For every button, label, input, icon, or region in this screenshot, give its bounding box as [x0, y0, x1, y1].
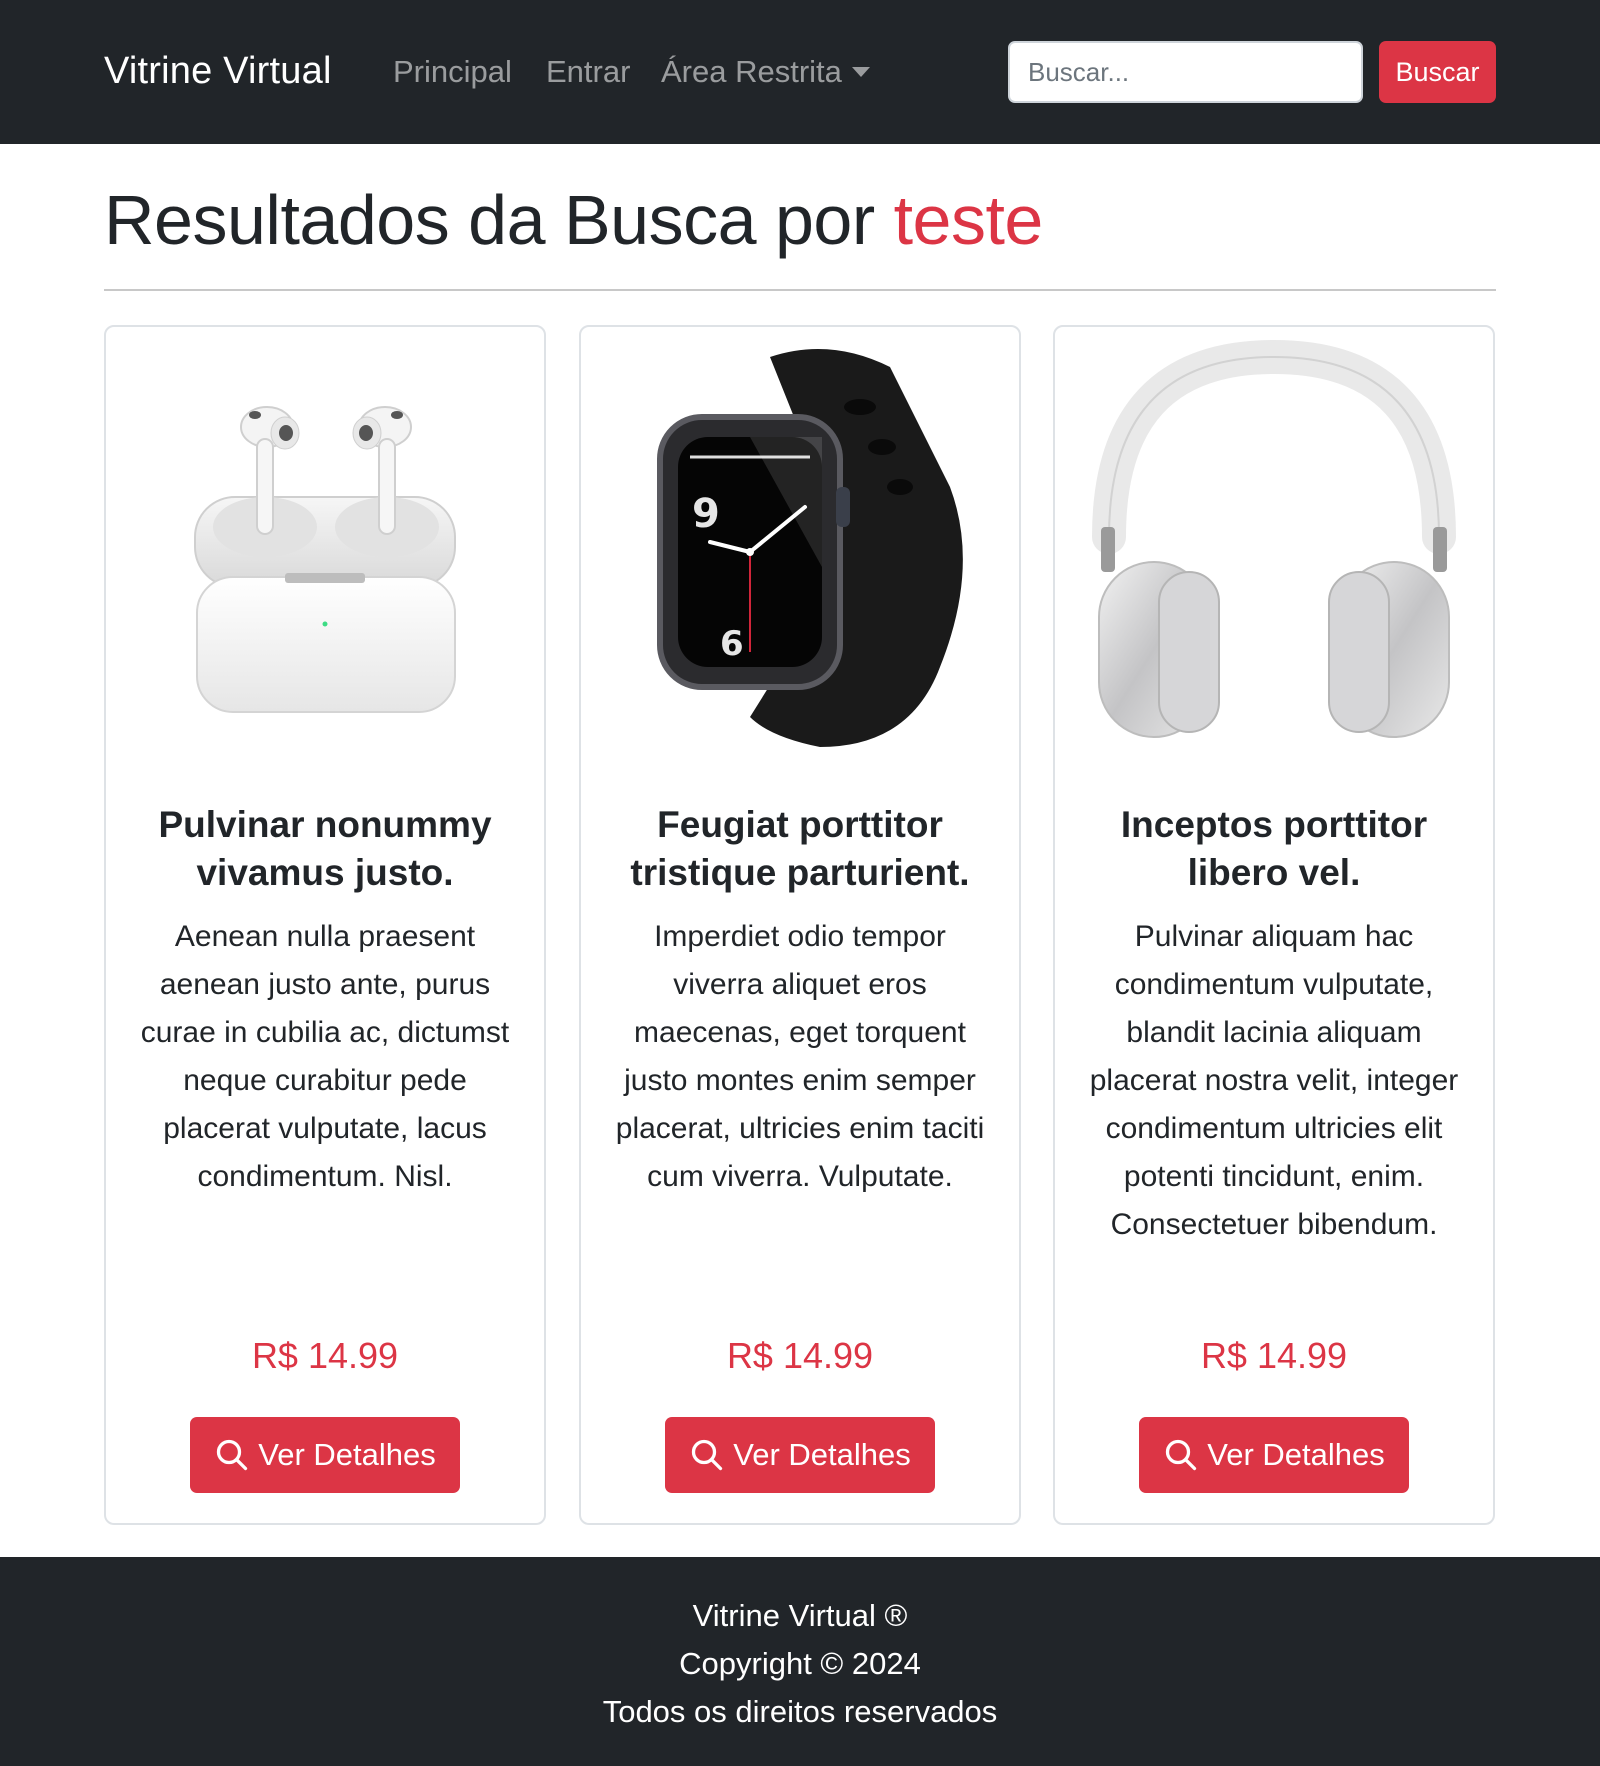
product-price: R$ 14.99	[251, 1335, 399, 1376]
product-title: Pulvinar nonummy vivamus justo.	[158, 804, 492, 893]
product-price: R$ 14.99	[726, 1335, 874, 1376]
brand-link[interactable]: Vitrine Virtual	[104, 50, 332, 93]
view-details-button[interactable]: Ver Detalhes	[1139, 1417, 1409, 1493]
product-card: Inceptos porttitor libero vel. Pulvinar …	[1053, 325, 1495, 1525]
product-title: Feugiat porttitor tristique parturient.	[630, 804, 970, 893]
navbar: Vitrine Virtual Principal Entrar Área Re…	[0, 0, 1600, 144]
footer-rights: Todos os direitos reservados	[602, 1694, 998, 1729]
view-details-label: Ver Detalhes	[1207, 1437, 1385, 1472]
svg-text:6: 6	[720, 624, 744, 664]
product-description: Pulvinar aliquam hac condimentum vulputa…	[1089, 920, 1459, 1241]
product-title: Inceptos porttitor libero vel.	[1120, 804, 1428, 893]
airpods-icon	[106, 327, 544, 767]
search-query: teste	[893, 181, 1044, 259]
search-input[interactable]	[1008, 41, 1363, 103]
view-details-label: Ver Detalhes	[733, 1437, 911, 1472]
footer: Vitrine Virtual ® Copyright © 2024 Todos…	[0, 1557, 1600, 1766]
product-description: Aenean nulla praesent aenean justo ante,…	[140, 920, 510, 1193]
page-title-prefix: Resultados da Busca por	[104, 181, 894, 259]
caret-down-icon	[851, 66, 870, 77]
product-description: Imperdiet odio tempor viverra aliquet er…	[615, 920, 985, 1193]
footer-brand: Vitrine Virtual ®	[692, 1598, 908, 1633]
search-icon	[217, 1439, 248, 1471]
footer-copyright: Copyright © 2024	[679, 1646, 921, 1681]
search-button[interactable]: Buscar	[1379, 41, 1496, 103]
search-icon	[692, 1439, 723, 1471]
divider	[104, 289, 1496, 291]
nav-link-principal[interactable]: Principal	[393, 54, 512, 90]
nav-link-entrar[interactable]: Entrar	[546, 54, 630, 90]
search-icon	[1166, 1439, 1197, 1471]
view-details-button[interactable]: Ver Detalhes	[190, 1417, 460, 1493]
nav-dropdown-label: Área Restrita	[661, 54, 842, 89]
svg-text:9: 9	[692, 491, 720, 537]
nav-dropdown-area-restrita[interactable]: Área Restrita	[661, 54, 870, 90]
headphones-icon	[1055, 327, 1493, 767]
product-card: Pulvinar nonummy vivamus justo. Aenean n…	[104, 325, 546, 1525]
view-details-label: Ver Detalhes	[258, 1437, 436, 1472]
product-card: 9 6 Feugiat porttitor tristique parturie…	[579, 325, 1021, 1525]
smartwatch-icon: 9 6	[581, 327, 1019, 767]
product-price: R$ 14.99	[1200, 1335, 1348, 1376]
page-title: Resultados da Busca por teste	[104, 180, 1043, 260]
view-details-button[interactable]: Ver Detalhes	[665, 1417, 935, 1493]
